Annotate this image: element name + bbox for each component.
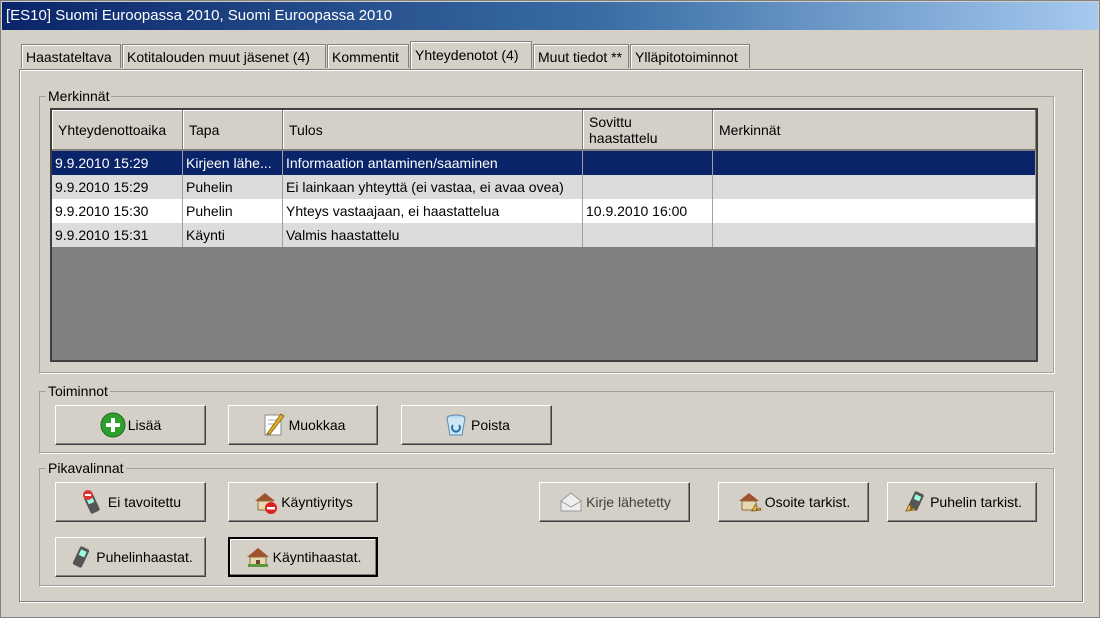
cell-method: Kirjeen lähe... [183, 151, 283, 175]
cell-result: Yhteys vastaajaan, ei haastattelua [283, 199, 583, 223]
tab-kotitalouden-muut-jasenet[interactable]: Kotitalouden muut jäsenet (4) [122, 44, 326, 68]
add-button[interactable]: Lisää [55, 405, 206, 445]
house-check-icon [737, 489, 763, 515]
cell-appointment [583, 223, 713, 247]
trash-icon [443, 412, 469, 438]
visit-attempt-label: Käyntiyritys [281, 494, 353, 510]
cell-notes [713, 199, 1036, 223]
column-header-sovittu-haastattelu[interactable]: Sovittu haastattelu [583, 110, 713, 150]
pikavalinnat-legend: Pikavalinnat [46, 460, 126, 476]
visit-attempt-button[interactable]: Käyntiyritys [228, 482, 378, 522]
toiminnot-legend: Toiminnot [46, 383, 110, 399]
tab-haastateltava[interactable]: Haastateltava [21, 44, 121, 68]
table-header: Yhteydenottoaika Tapa Tulos Sovittu haas… [52, 110, 1036, 150]
window-title: [ES10] Suomi Euroopassa 2010, Suomi Euro… [2, 2, 1098, 30]
cell-notes [713, 151, 1036, 175]
mobile-phone-icon [68, 544, 94, 570]
delete-button-label: Poista [471, 417, 510, 433]
phone-no-answer-icon [80, 489, 106, 515]
column-header-tapa[interactable]: Tapa [183, 110, 283, 150]
visit-interview-label: Käyntihaastat. [272, 549, 362, 565]
edit-button[interactable]: Muokkaa [228, 405, 378, 445]
table-row[interactable]: 9.9.2010 15:29 Kirjeen lähe... Informaat… [52, 151, 1036, 175]
cell-time: 9.9.2010 15:31 [52, 223, 183, 247]
main-window: [ES10] Suomi Euroopassa 2010, Suomi Euro… [0, 0, 1100, 618]
phone-check-button[interactable]: Puhelin tarkist. [887, 482, 1037, 522]
tab-kommentit[interactable]: Kommentit [327, 44, 409, 68]
cell-method: Käynti [183, 223, 283, 247]
cell-notes [713, 175, 1036, 199]
tab-yhteydenotot[interactable]: Yhteydenotot (4) [410, 41, 532, 69]
visit-interview-button[interactable]: Käyntihaastat. [228, 537, 378, 577]
envelope-icon [558, 489, 584, 515]
edit-button-label: Muokkaa [288, 417, 346, 433]
not-reached-button[interactable]: Ei tavoitettu [55, 482, 206, 522]
phone-check-icon [902, 489, 928, 515]
letter-sent-button[interactable]: Kirje lähetetty [539, 482, 690, 522]
phone-interview-label: Puhelinhaastat. [96, 549, 193, 565]
address-check-button[interactable]: Osoite tarkist. [718, 482, 869, 522]
column-header-merkinnat[interactable]: Merkinnät [713, 110, 1036, 150]
cell-result: Valmis haastattelu [283, 223, 583, 247]
delete-button[interactable]: Poista [401, 405, 552, 445]
letter-sent-label: Kirje lähetetty [586, 494, 671, 510]
table-row[interactable]: 9.9.2010 15:31 Käynti Valmis haastattelu [52, 223, 1036, 247]
table-row[interactable]: 9.9.2010 15:30 Puhelin Yhteys vastaajaan… [52, 199, 1036, 223]
cell-time: 9.9.2010 15:30 [52, 199, 183, 223]
address-check-label: Osoite tarkist. [764, 494, 851, 510]
column-header-yhteydenottoaika[interactable]: Yhteydenottoaika [52, 110, 183, 150]
cell-appointment [583, 175, 713, 199]
tab-yllapitotoiminnot[interactable]: Ylläpitotoiminnot [630, 44, 750, 68]
cell-time: 9.9.2010 15:29 [52, 175, 183, 199]
contacts-table[interactable]: Yhteydenottoaika Tapa Tulos Sovittu haas… [50, 108, 1038, 362]
table-row[interactable]: 9.9.2010 15:29 Puhelin Ei lainkaan yhtey… [52, 175, 1036, 199]
merkinnat-legend: Merkinnät [46, 88, 112, 104]
cell-result: Ei lainkaan yhteyttä (ei vastaa, ei avaa… [283, 175, 583, 199]
cell-result: Informaation antaminen/saaminen [283, 151, 583, 175]
cell-appointment [583, 151, 713, 175]
cell-time: 9.9.2010 15:29 [52, 151, 183, 175]
phone-interview-button[interactable]: Puhelinhaastat. [55, 537, 206, 577]
cell-method: Puhelin [183, 199, 283, 223]
cell-notes [713, 223, 1036, 247]
cell-appointment: 10.9.2010 16:00 [583, 199, 713, 223]
column-header-tulos[interactable]: Tulos [283, 110, 583, 150]
tab-muut-tiedot[interactable]: Muut tiedot ** [533, 44, 629, 68]
cell-method: Puhelin [183, 175, 283, 199]
house-icon [245, 544, 271, 570]
house-blocked-icon [253, 489, 279, 515]
not-reached-label: Ei tavoitettu [107, 494, 182, 510]
add-button-label: Lisää [127, 417, 162, 433]
plus-circle-icon [100, 412, 126, 438]
phone-check-label: Puhelin tarkist. [930, 494, 1022, 510]
edit-note-icon [261, 412, 287, 438]
